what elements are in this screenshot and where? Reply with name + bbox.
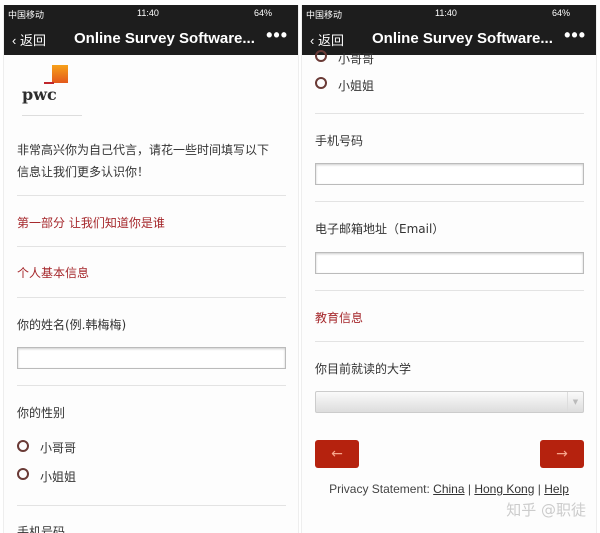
phone-screen-left: 中国移动 11:40 64% ‹ 返回 Online Survey Softwa… [3,5,299,533]
option-male: 小哥哥 [338,52,375,66]
carrier: 中国移动 [8,10,45,20]
gender-label: 你的性别 [17,406,66,420]
option-female: 小姐姐 [338,79,375,93]
intro-text-1: 非常高兴你为自己代言，请花一些时间填写以下 [17,143,270,157]
radio-male[interactable] [17,440,29,452]
watermark: 知乎 @职徒 [506,501,586,519]
option-male: 小哥哥 [40,441,77,455]
phone-input[interactable] [315,163,584,185]
email-label: 电子邮箱地址（Email） [315,222,445,236]
university-label: 你目前就读的大学 [315,362,412,376]
phone-label: 手机号码 [17,525,66,533]
carrier: 中国移动 [306,10,343,20]
option-female: 小姐姐 [40,470,77,484]
pwc-logo: pwc [22,65,82,120]
status-bar: 中国移动 11:40 64% [302,5,596,22]
privacy-statement: Privacy Statement: China | Hong Kong | H… [329,482,569,496]
name-label: 你的姓名(例.韩梅梅) [17,318,127,332]
more-icon[interactable]: ••• [564,25,586,46]
radio-female[interactable] [315,77,327,89]
intro-text-2: 信息让我们更多认识你！ [17,165,150,179]
email-input[interactable] [315,252,584,274]
radio-female[interactable] [17,468,29,480]
page-title: Online Survey Software... [372,30,553,47]
phone-label: 手机号码 [315,134,364,148]
prev-button[interactable]: ← [315,440,359,468]
back-button[interactable]: ‹ 返回 [310,30,344,49]
page-title: Online Survey Software... [74,30,255,47]
more-icon[interactable]: ••• [266,25,288,46]
back-button[interactable]: ‹ 返回 [12,30,46,49]
battery: 64% [552,8,571,18]
next-button[interactable]: → [540,440,584,468]
link-china[interactable]: China [433,482,464,496]
basic-info-heading: 个人基本信息 [17,266,90,280]
phone-screen-right: 中国移动 11:40 64% ‹ 返回 Online Survey Softwa… [301,5,597,533]
link-hong-kong[interactable]: Hong Kong [474,482,534,496]
time: 11:40 [435,8,457,18]
university-select[interactable]: ▼ [315,391,584,413]
time: 11:40 [137,8,159,18]
education-heading: 教育信息 [315,311,364,325]
name-input[interactable] [17,347,286,369]
nav-bar: ‹ 返回 Online Survey Software... ••• [4,22,298,55]
battery: 64% [254,8,273,18]
chevron-down-icon: ▼ [567,392,583,412]
section-heading: 第一部分 让我们知道你是谁 [17,216,165,230]
link-help[interactable]: Help [544,482,569,496]
radio-male[interactable] [315,50,327,62]
status-bar: 中国移动 11:40 64% [4,5,298,22]
